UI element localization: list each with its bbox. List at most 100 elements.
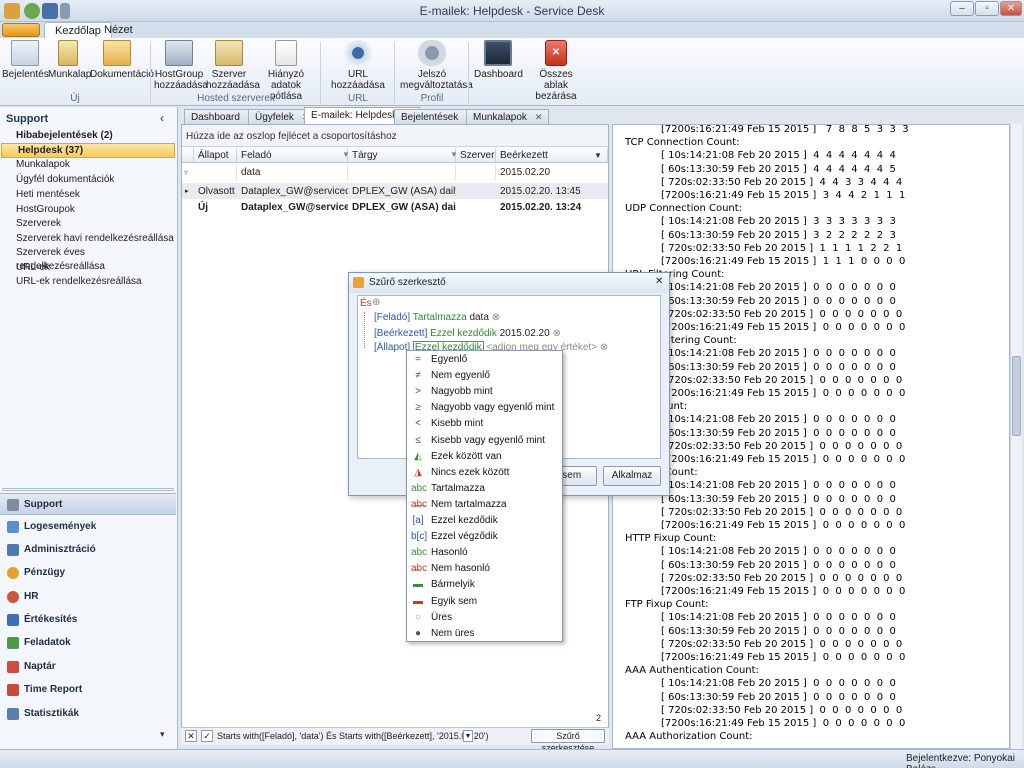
filter-cell-felado[interactable]: data	[237, 164, 348, 180]
sidebar-item-szerverek[interactable]: Szerverek	[0, 217, 176, 231]
operator-option[interactable]: < Kisebb mint	[407, 416, 562, 432]
operator-option[interactable]: = Egyenlő	[407, 352, 562, 368]
close-all-windows-button[interactable]: ✕ Összes ablak bezárása	[528, 40, 584, 102]
nav-adminisztracio[interactable]: Adminisztráció	[0, 539, 176, 561]
url-add-button[interactable]: URL hozzáadása	[326, 40, 390, 91]
sidebar-item-helpdesk[interactable]: Helpdesk (37)	[1, 143, 175, 158]
operator-option[interactable]: ● Nem üres	[407, 626, 562, 642]
tab-nezet[interactable]: Nézet	[94, 22, 143, 38]
nav-naptar[interactable]: Naptár	[0, 656, 176, 678]
sidebar-item-url-ek-rendelkezesreallasa[interactable]: URL-ek rendelkezésreállása	[0, 275, 176, 289]
operator-option[interactable]: ◭ Ezek között van	[407, 449, 562, 465]
dashboard-button[interactable]: Dashboard	[474, 40, 523, 80]
hostgroup-add-button[interactable]: HostGroup hozzáadása	[154, 40, 208, 91]
operator-option[interactable]: ≠ Nem egyenlő	[407, 368, 562, 384]
operator-option[interactable]: ○ Üres	[407, 610, 562, 626]
operator-option[interactable]: ≤ Kisebb vagy egyenlő mint	[407, 433, 562, 449]
filter-cell-targy[interactable]	[348, 164, 456, 180]
operator-option[interactable]: > Nagyobb mint	[407, 384, 562, 400]
add-condition-icon[interactable]: ⊕	[372, 297, 380, 308]
close-window-button[interactable]: ✕	[1000, 1, 1022, 16]
edit-filter-button[interactable]: Szűrő szerkesztése	[531, 729, 605, 753]
nav-feladatok[interactable]: Feladatok	[0, 632, 176, 654]
filter-cell-szerver[interactable]	[456, 164, 496, 180]
condition-value[interactable]: 2015.02.20	[500, 328, 550, 339]
email-body-viewer[interactable]: [7200s:16:21:49 Feb 15 2015 ] 7 8 8 5 3 …	[612, 124, 1010, 749]
sidebar-item-szerverek-eves[interactable]: Szerverek éves rendelkezésreállása	[0, 246, 176, 272]
table-row[interactable]: Új Dataplex_GW@service... DPLEX_GW (ASA)…	[182, 199, 608, 215]
collapse-panel-icon[interactable]: ‹	[160, 111, 164, 125]
counter-values: [ 10s:14:21:08 Feb 20 2015 ] 0 0 0 0 0 0…	[661, 546, 896, 558]
column-header-targy[interactable]: Tárgy	[348, 148, 456, 163]
column-header-beerkezett[interactable]: Beérkezett	[496, 148, 608, 163]
operator-option[interactable]: abc Tartalmazza	[407, 481, 562, 497]
nav-statisztikak[interactable]: Statisztikák	[0, 703, 176, 725]
operator-option[interactable]: abc Hasonló	[407, 545, 562, 561]
remove-condition-icon[interactable]: ⊗	[552, 328, 560, 339]
sidebar-item-hostgroupok[interactable]: HostGroupok	[0, 203, 176, 217]
nav-time-report[interactable]: Time Report	[0, 679, 176, 701]
condition-operator[interactable]: Tartalmazza	[413, 312, 467, 323]
clear-filter-icon[interactable]: ✕	[185, 730, 197, 742]
group-operator-and[interactable]: És	[360, 298, 372, 309]
condition-field[interactable]: [Állapot]	[374, 342, 410, 353]
table-row[interactable]: ▸ Olvasott Dataplex_GW@servicedes... DPL…	[182, 183, 608, 199]
dialog-title-bar[interactable]: Szűrő szerkesztő ✕	[349, 273, 669, 293]
password-change-button[interactable]: Jelszó megváltoztatása	[400, 40, 473, 91]
column-filter-icon[interactable]: ▼	[342, 150, 350, 159]
condition-value[interactable]: data	[469, 312, 488, 323]
server-add-button[interactable]: Szerver hozzáadása	[206, 40, 260, 91]
column-header-szerver[interactable]: Szerver	[456, 148, 496, 163]
counter-values: [ 10s:14:21:08 Feb 20 2015 ] 0 0 0 0 0 0…	[661, 348, 896, 360]
operator-option[interactable]: b[c] Ezzel végződik	[407, 529, 562, 545]
nav-support[interactable]: Support	[0, 493, 176, 515]
nav-logesemenyek[interactable]: Logesemények	[0, 516, 176, 538]
column-header-felado[interactable]: Feladó	[237, 148, 348, 163]
application-menu-button[interactable]	[2, 23, 40, 37]
operator-glyph-icon: <	[415, 418, 421, 430]
panel-splitter[interactable]	[2, 488, 174, 491]
filter-history-dropdown-icon[interactable]: ▼	[463, 730, 473, 742]
operator-option[interactable]: ◮ Nincs ezek között	[407, 465, 562, 481]
filter-cell-beerkezett[interactable]: 2015.02.20	[496, 164, 608, 180]
sidebar-item-heti-mentesek[interactable]: Heti mentések	[0, 188, 176, 202]
dialog-close-icon[interactable]: ✕	[655, 276, 663, 287]
nav-penzugy[interactable]: Pénzügy	[0, 562, 176, 584]
tab-munkalapok[interactable]: Munkalapok ✕	[466, 109, 550, 124]
vertical-scrollbar[interactable]	[1010, 124, 1022, 749]
sidebar-item-url-ek[interactable]: URL-ek	[0, 261, 176, 275]
operator-option[interactable]: ▬ Egyik sem	[407, 594, 562, 610]
apply-button[interactable]: Alkalmaz	[603, 466, 661, 486]
operator-option[interactable]: ▬ Bármelyik	[407, 577, 562, 593]
operator-option[interactable]: a̶bc Nem hasonló	[407, 561, 562, 577]
sidebar-item-munkalapok[interactable]: Munkalapok	[0, 158, 176, 172]
sidebar-item-szerverek-havi[interactable]: Szerverek havi rendelkezésreállása	[0, 232, 176, 246]
close-tab-icon[interactable]: ✕	[535, 112, 543, 122]
nav-options-chevron-icon[interactable]: ▾	[160, 729, 165, 740]
enable-filter-checkbox[interactable]: ✓	[201, 730, 213, 742]
munkalap-button[interactable]: Munkalap	[48, 40, 91, 80]
filter-expression[interactable]: Starts with([Feladó], 'data') És Starts …	[217, 731, 489, 741]
sidebar-item-ugyfel-dokumentaciok[interactable]: Ügyfél dokumentációk	[0, 173, 176, 187]
operator-option[interactable]: ≥ Nagyobb vagy egyenlő mint	[407, 400, 562, 416]
bejelentes-button[interactable]: Bejelentés	[2, 40, 49, 80]
sidebar-item-hibabejelentesek[interactable]: Hibabejelentések (2)	[0, 129, 176, 143]
minimize-button[interactable]: ‒	[950, 1, 974, 16]
group-by-hint[interactable]: Húzza ide az oszlop fejlécet a csoportos…	[182, 125, 608, 147]
dokumentacio-button[interactable]: Dokumentáció	[90, 40, 154, 80]
column-filter-icon[interactable]: ▼	[450, 150, 458, 159]
nav-ertekesites[interactable]: Értékesítés	[0, 609, 176, 631]
sort-desc-icon[interactable]: ▼	[594, 151, 602, 160]
scrollbar-thumb[interactable]	[1012, 356, 1021, 436]
remove-condition-icon[interactable]: ⊗	[492, 312, 500, 323]
remove-condition-icon[interactable]: ⊗	[600, 342, 608, 353]
column-header-allapot[interactable]: Állapot	[194, 148, 237, 163]
nav-hr[interactable]: HR	[0, 586, 176, 608]
condition-operator[interactable]: Ezzel kezdődik	[430, 328, 497, 339]
condition-field[interactable]: [Beérkezett]	[374, 328, 427, 339]
operator-option[interactable]: a̶b̶c Nem tartalmazza	[407, 497, 562, 513]
filter-cell-allapot[interactable]	[194, 164, 237, 180]
condition-field[interactable]: [Feladó]	[374, 312, 410, 323]
operator-option[interactable]: [a] Ezzel kezdődik	[407, 513, 562, 529]
maximize-button[interactable]: ▫	[975, 1, 999, 16]
